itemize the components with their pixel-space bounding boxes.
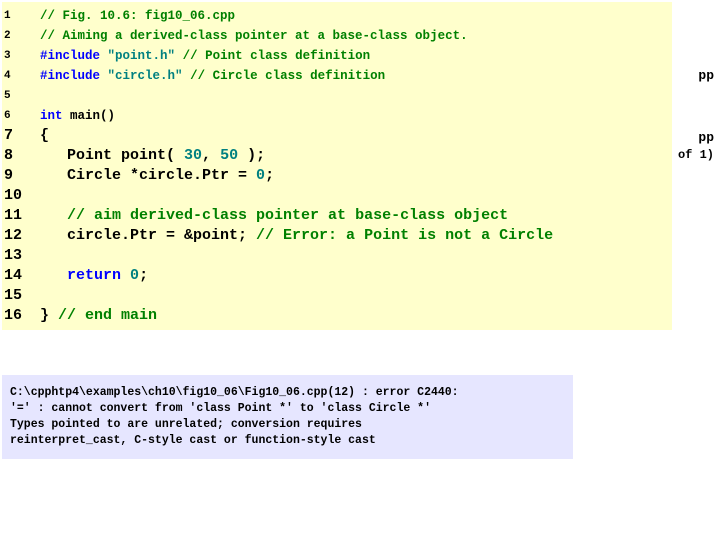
- code-line: // aim derived-class pointer at base-cla…: [40, 206, 553, 226]
- bg-label-2: pp: [698, 130, 714, 145]
- line-number: 7: [4, 126, 30, 146]
- code-line: [40, 286, 553, 306]
- code-line: return 0;: [40, 266, 553, 286]
- line-number: 3: [4, 46, 30, 66]
- line-number: 9: [4, 166, 30, 186]
- line-number: 12: [4, 226, 30, 246]
- line-number: 11: [4, 206, 30, 226]
- code-line: #include "circle.h" // Circle class defi…: [40, 66, 553, 86]
- code-line: {: [40, 126, 553, 146]
- code-line: [40, 186, 553, 206]
- code-line: Point point( 30, 50 );: [40, 146, 553, 166]
- code-line: int main(): [40, 106, 553, 126]
- code-line: // Aiming a derived-class pointer at a b…: [40, 26, 553, 46]
- line-number: 2: [4, 26, 30, 46]
- code-line: [40, 86, 553, 106]
- error-line: reinterpret_cast, C-style cast or functi…: [10, 433, 565, 449]
- line-number: 5: [4, 86, 30, 106]
- line-number: 14: [4, 266, 30, 286]
- line-number: 1: [4, 6, 30, 26]
- code-content: // Fig. 10.6: fig10_06.cpp// Aiming a de…: [34, 2, 553, 330]
- error-line: Types pointed to are unrelated; conversi…: [10, 417, 565, 433]
- bg-label-1: pp: [698, 68, 714, 83]
- compiler-error-output: C:\cpphtp4\examples\ch10\fig10_06\Fig10_…: [2, 375, 573, 459]
- code-line: } // end main: [40, 306, 553, 326]
- code-line: #include "point.h" // Point class defini…: [40, 46, 553, 66]
- error-line: '=' : cannot convert from 'class Point *…: [10, 401, 565, 417]
- line-number: 15: [4, 286, 30, 306]
- line-number: 4: [4, 66, 30, 86]
- bg-label-3: of 1): [678, 148, 714, 162]
- code-line: circle.Ptr = &point; // Error: a Point i…: [40, 226, 553, 246]
- line-number: 16: [4, 306, 30, 326]
- line-number: 8: [4, 146, 30, 166]
- code-line: Circle *circle.Ptr = 0;: [40, 166, 553, 186]
- code-listing: 12345678910111213141516 // Fig. 10.6: fi…: [2, 2, 672, 330]
- error-line: C:\cpphtp4\examples\ch10\fig10_06\Fig10_…: [10, 385, 565, 401]
- line-number: 13: [4, 246, 30, 266]
- code-line: [40, 246, 553, 266]
- line-number: 6: [4, 106, 30, 126]
- line-number-gutter: 12345678910111213141516: [2, 2, 34, 330]
- line-number: 10: [4, 186, 30, 206]
- code-line: // Fig. 10.6: fig10_06.cpp: [40, 6, 553, 26]
